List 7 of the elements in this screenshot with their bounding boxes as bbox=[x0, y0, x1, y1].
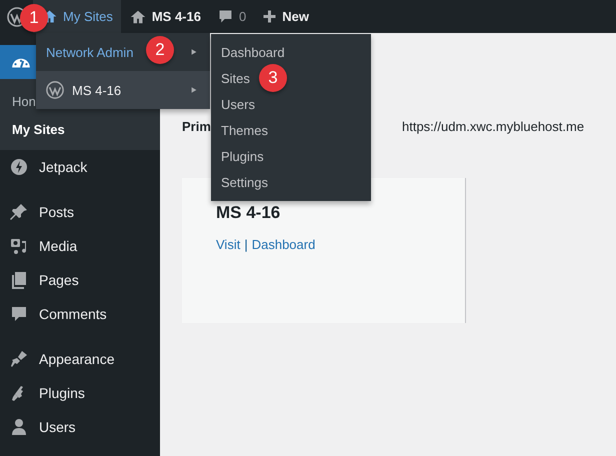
link-separator: | bbox=[244, 237, 248, 252]
step-badge: 1 bbox=[20, 4, 48, 32]
site-title: MS 4-16 bbox=[216, 203, 282, 223]
comment-count: 0 bbox=[238, 9, 246, 24]
site-url: https://udm.xwc.mybluehost.me bbox=[402, 118, 586, 134]
field-label: Prim bbox=[182, 118, 211, 134]
step-badge: 3 bbox=[259, 64, 287, 92]
